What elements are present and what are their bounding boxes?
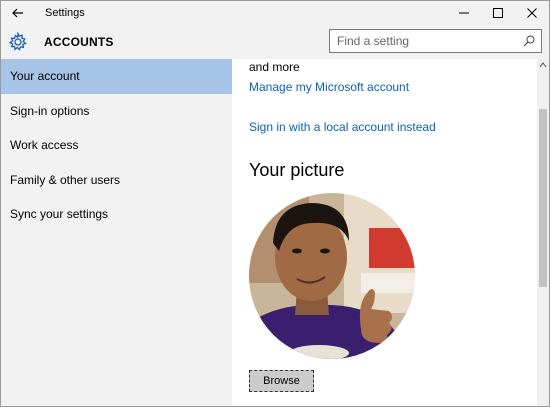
sidebar-item-label: Work access xyxy=(10,138,79,153)
sidebar-item-work-access[interactable]: Work access xyxy=(1,128,232,163)
sidebar-item-sync-settings[interactable]: Sync your settings xyxy=(1,197,232,232)
sidebar-item-label: Family & other users xyxy=(10,172,121,187)
close-button[interactable] xyxy=(515,1,549,25)
search-box[interactable] xyxy=(329,29,542,53)
window-controls xyxy=(447,1,549,25)
scroll-thumb[interactable] xyxy=(539,109,547,287)
title-bar: Settings xyxy=(1,1,549,25)
sidebar-item-label: Sync your settings xyxy=(10,207,109,222)
back-arrow-icon xyxy=(12,8,23,18)
page-title: ACCOUNTS xyxy=(44,35,114,49)
maximize-button[interactable] xyxy=(481,1,515,25)
window-title: Settings xyxy=(45,7,85,19)
sidebar: Your account Sign-in options Work access… xyxy=(1,59,232,406)
avatar xyxy=(249,193,415,359)
content-scrollbar[interactable] xyxy=(537,59,549,406)
search-icon[interactable] xyxy=(523,35,535,47)
sidebar-item-label: Your account xyxy=(10,69,80,84)
your-picture-heading: Your picture xyxy=(249,160,345,180)
minimize-button[interactable] xyxy=(447,1,481,25)
gear-icon xyxy=(8,32,27,51)
sidebar-item-your-account[interactable]: Your account xyxy=(1,59,232,94)
close-icon xyxy=(527,8,537,18)
browse-button[interactable]: Browse xyxy=(249,370,314,392)
minimize-icon xyxy=(459,12,469,14)
sidebar-item-sign-in-options[interactable]: Sign-in options xyxy=(1,94,232,129)
page-header: ACCOUNTS xyxy=(1,25,549,59)
sidebar-item-family-other-users[interactable]: Family & other users xyxy=(1,163,232,198)
main-content: and more Manage my Microsoft account Sig… xyxy=(232,59,537,406)
settings-window: Settings ACCOUNTS Find a setting Your ac… xyxy=(0,0,550,407)
manage-microsoft-account-link[interactable]: Manage my Microsoft account xyxy=(249,80,409,94)
and-more-text: and more xyxy=(249,60,300,74)
search-input[interactable] xyxy=(337,34,522,48)
scroll-up-arrow-icon[interactable] xyxy=(539,61,547,69)
maximize-icon xyxy=(493,8,503,18)
sidebar-item-label: Sign-in options xyxy=(10,103,90,118)
profile-photo xyxy=(249,193,415,359)
back-button[interactable] xyxy=(1,1,35,25)
sign-in-local-account-link[interactable]: Sign in with a local account instead xyxy=(249,120,436,134)
